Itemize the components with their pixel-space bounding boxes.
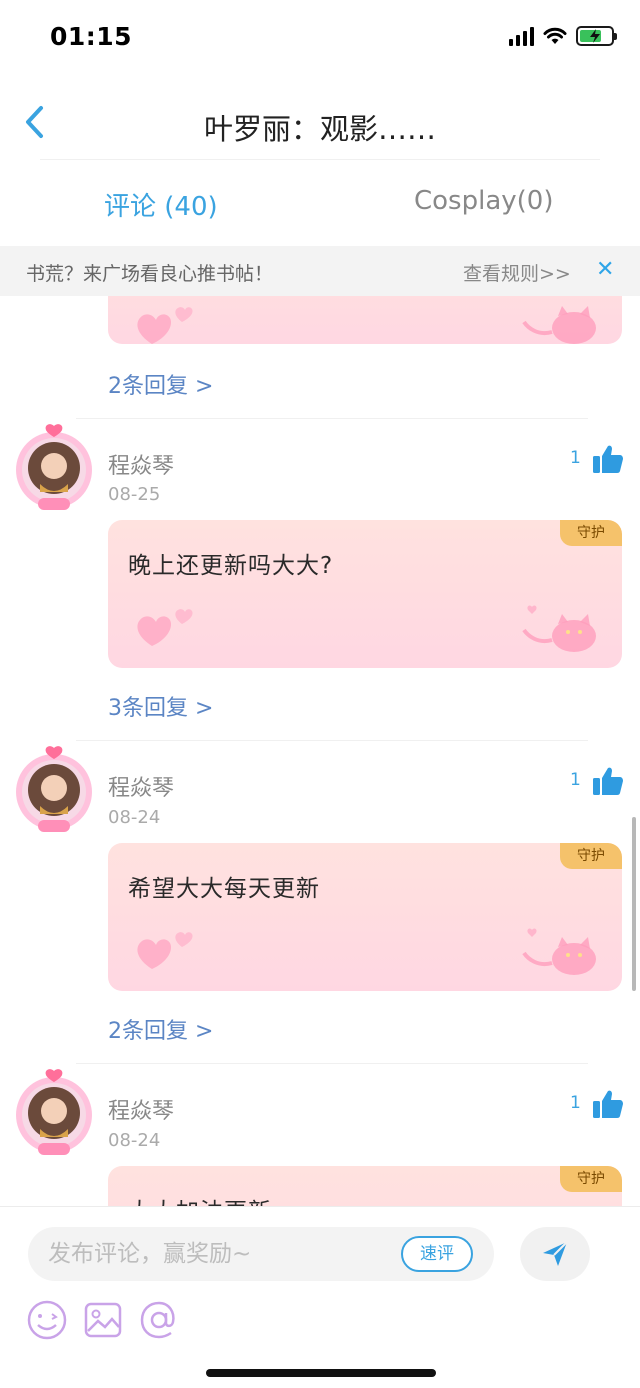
view-replies-link[interactable]: 3条回复 >	[108, 690, 213, 722]
battery-icon	[576, 26, 617, 46]
guard-badge: 守护	[560, 1166, 622, 1192]
heart-decoration-icon	[137, 932, 193, 969]
emoji-icon[interactable]	[26, 1299, 68, 1341]
send-icon	[543, 1241, 568, 1266]
comment-bubble: 希望大大每天更新 守护	[108, 843, 622, 991]
send-button[interactable]	[520, 1227, 590, 1281]
notice-bar: 书荒？来广场看良心推书帖！ 查看规则>> ✕	[0, 246, 640, 296]
wifi-icon	[543, 27, 567, 44]
like-icon[interactable]	[592, 766, 624, 796]
avatar[interactable]	[10, 1067, 98, 1159]
close-icon[interactable]: ✕	[596, 257, 614, 282]
avatar[interactable]	[10, 744, 98, 836]
comment-text: 希望大大每天更新	[128, 876, 320, 902]
comment-date: 08-24	[108, 1130, 161, 1151]
notice-text: 书荒？来广场看良心推书帖！	[26, 263, 274, 285]
divider	[76, 740, 588, 741]
comment-text: 晚上还更新吗大大?	[128, 553, 334, 579]
comment-date: 08-24	[108, 807, 161, 828]
quick-comment-button[interactable]: 速评	[401, 1236, 473, 1272]
comment-input-wrapper: 速评	[28, 1227, 494, 1281]
view-rules-link[interactable]: 查看规则>>	[463, 259, 571, 286]
comment-author[interactable]: 程焱琴	[108, 448, 174, 480]
scrollbar[interactable]	[632, 817, 636, 991]
like-count: 1	[570, 448, 581, 468]
home-indicator	[206, 1369, 436, 1377]
cat-decoration-icon	[522, 605, 596, 652]
tab-cosplay[interactable]: Cosplay(0)	[414, 186, 553, 216]
comment-author[interactable]: 程焱琴	[108, 770, 174, 802]
view-replies-link[interactable]: 2条回复 >	[108, 368, 213, 400]
cat-decoration-icon	[522, 306, 596, 344]
comment-bubble: 晚上还更新吗大大? 守护	[108, 520, 622, 668]
comment-feed[interactable]: 2条回复 > 程焱琴 08-25 1 晚上还更新吗大大? 守护 3条回复 > 程…	[0, 296, 640, 1206]
comment-author[interactable]: 程焱琴	[108, 1093, 174, 1125]
cellular-signal-icon	[509, 26, 534, 46]
page-title: 叶罗丽：观影……	[203, 112, 436, 146]
divider	[76, 1063, 588, 1064]
tab-comments[interactable]: 评论 (40)	[104, 186, 218, 223]
status-icons	[509, 26, 617, 46]
comment-bubble	[108, 296, 622, 344]
like-icon[interactable]	[592, 444, 624, 474]
status-time: 01:15	[50, 22, 133, 51]
guard-badge: 守护	[560, 520, 622, 546]
like-icon[interactable]	[592, 1089, 624, 1119]
status-bar: 01:15	[0, 0, 640, 80]
heart-decoration-icon	[137, 609, 193, 646]
guard-badge: 守护	[560, 843, 622, 869]
tab-bar: 评论 (40) Cosplay(0)	[0, 160, 640, 246]
view-replies-link[interactable]: 2条回复 >	[108, 1013, 213, 1045]
like-count: 1	[570, 1093, 581, 1113]
cat-decoration-icon	[522, 928, 596, 975]
heart-decoration-icon	[137, 307, 193, 344]
divider	[76, 418, 588, 419]
comment-bubble: 大大加油更新 守护	[108, 1166, 622, 1206]
avatar[interactable]	[10, 422, 98, 514]
comment-text: 大大加油更新	[128, 1192, 272, 1206]
comment-date: 08-25	[108, 484, 161, 505]
image-icon[interactable]	[82, 1299, 124, 1341]
comment-composer: 速评	[0, 1206, 640, 1388]
comment-input[interactable]	[48, 1227, 388, 1281]
at-mention-icon[interactable]	[138, 1299, 180, 1341]
nav-bar: 叶罗丽：观影……	[0, 80, 640, 160]
like-count: 1	[570, 770, 581, 790]
